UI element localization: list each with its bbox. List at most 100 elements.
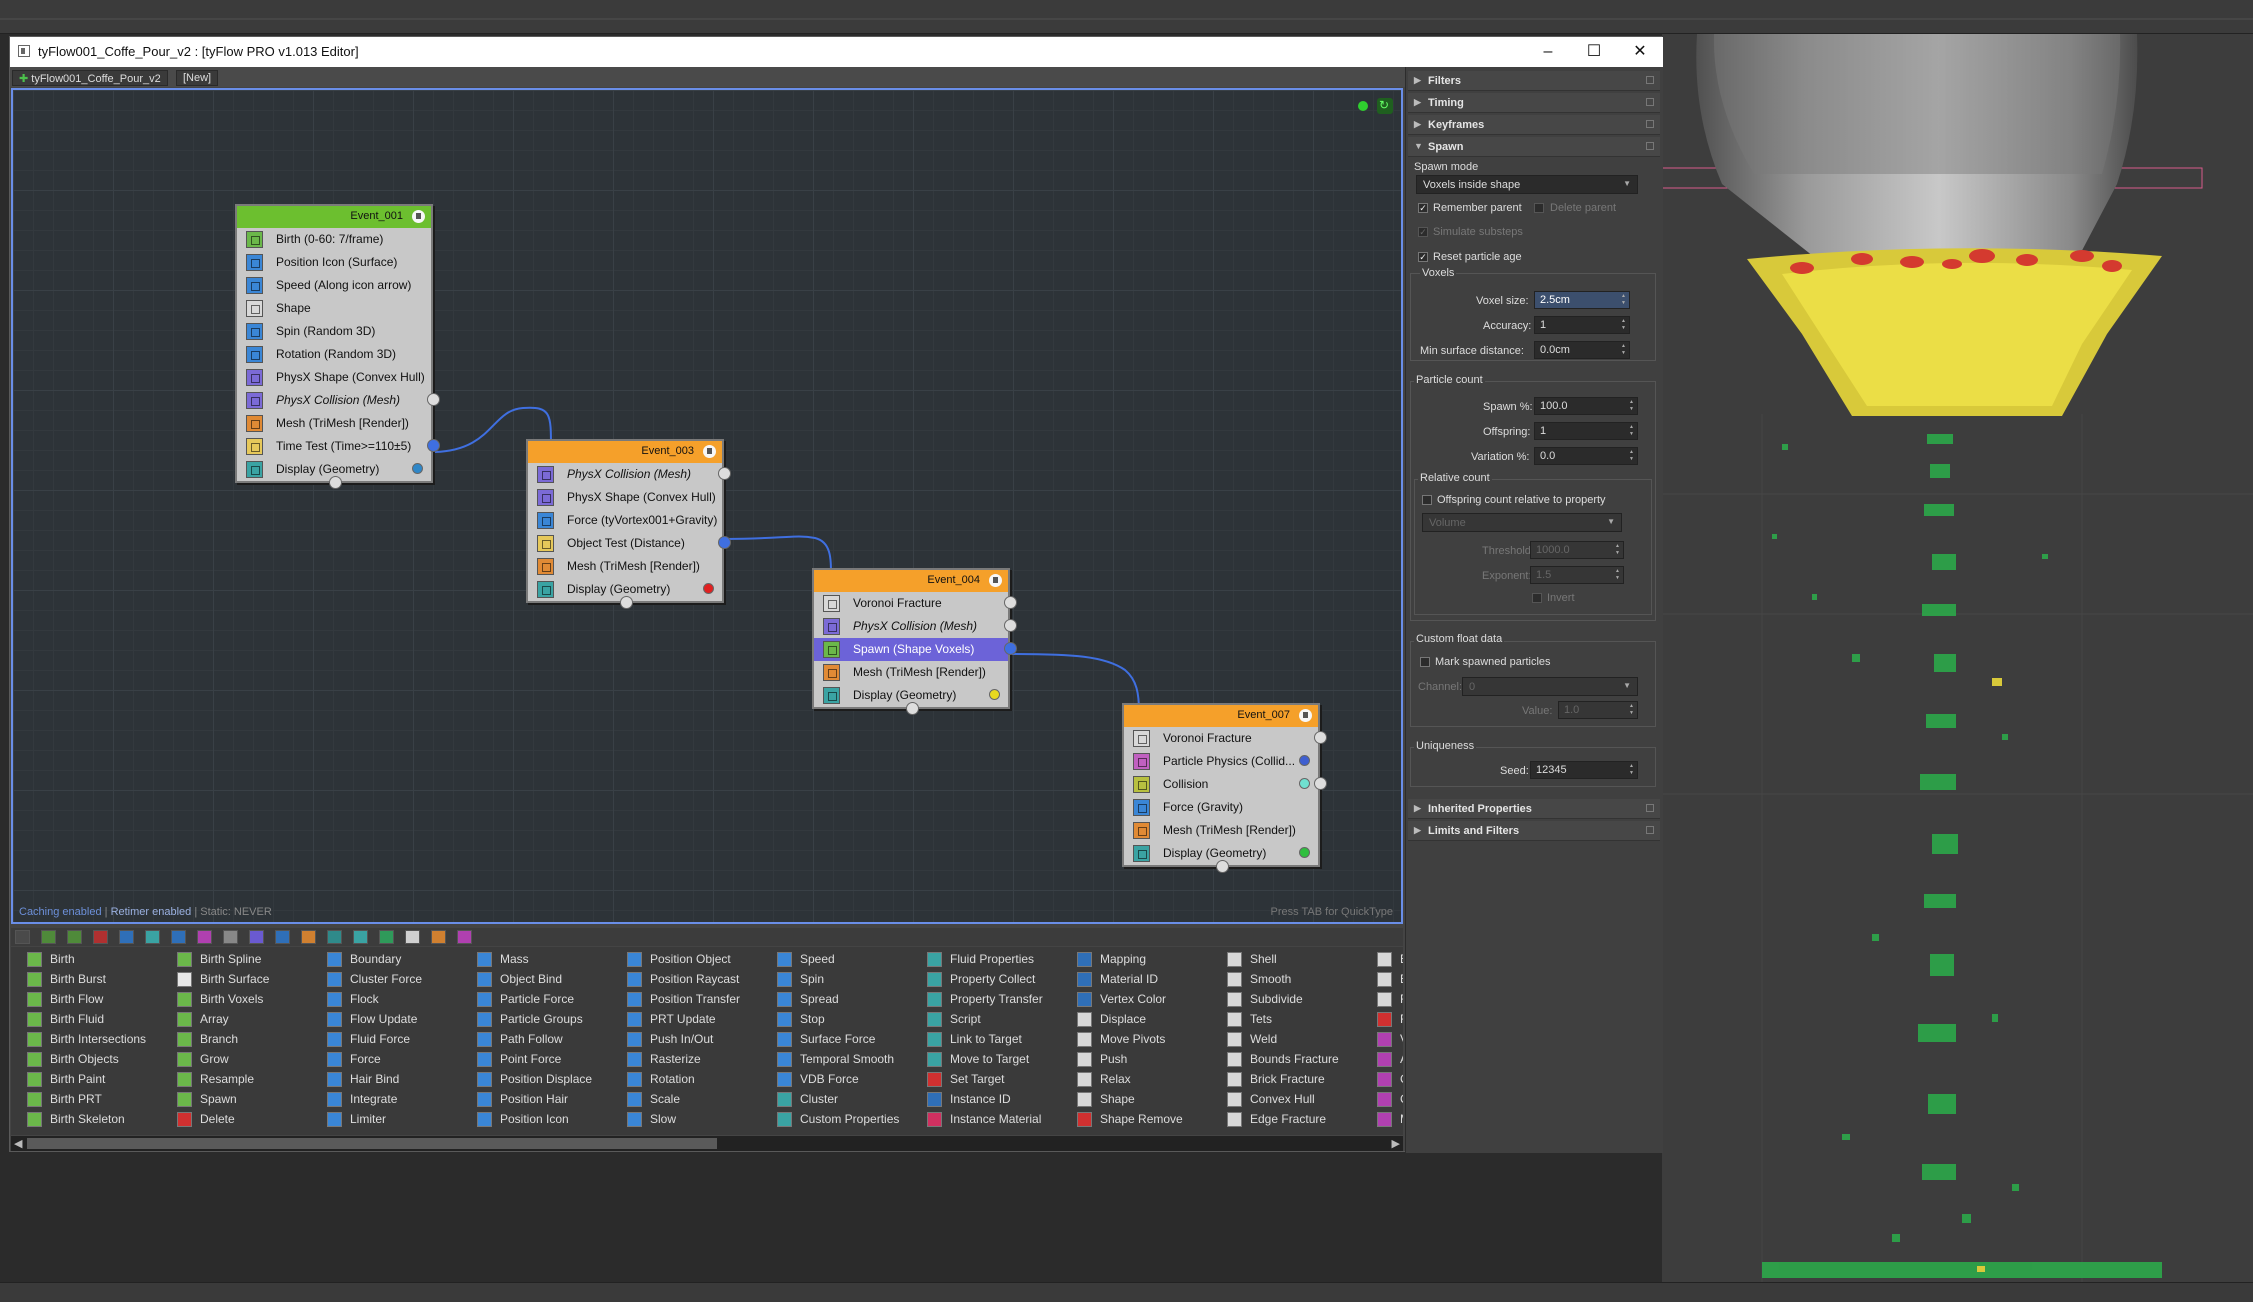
filter-speed-icon[interactable]	[171, 930, 186, 944]
output-port[interactable]	[427, 439, 440, 452]
event-node-003[interactable]: Event_003 PhysX Collision (Mesh) PhysX S…	[526, 439, 731, 609]
operator-row[interactable]: PhysX Shape (Convex Hull)	[528, 486, 722, 509]
operator-row[interactable]: PhysX Collision (Mesh)	[528, 463, 731, 486]
operator-row[interactable]: Collision	[1124, 773, 1327, 796]
output-port[interactable]	[1004, 642, 1017, 655]
operator-row[interactable]: Voronoi Fracture	[1124, 727, 1327, 750]
operator-row[interactable]: Rotation (Random 3D)	[237, 343, 431, 366]
filter-all-icon[interactable]	[15, 930, 30, 944]
output-port[interactable]	[1004, 619, 1017, 632]
operator-row[interactable]: Force (tyVortex001+Gravity)	[528, 509, 722, 532]
filter-birth2-icon[interactable]	[67, 930, 82, 944]
channel-dropdown[interactable]: 0 ▼	[1462, 677, 1638, 696]
invert-checkbox[interactable]	[1532, 593, 1542, 603]
accuracy-spinner[interactable]: 1	[1534, 316, 1630, 334]
input-port[interactable]	[1216, 860, 1229, 873]
event-header[interactable]: Event_007	[1124, 705, 1318, 727]
filter-birth-icon[interactable]	[41, 930, 56, 944]
delete-parent-checkbox[interactable]	[1534, 203, 1544, 213]
output-port[interactable]	[718, 467, 731, 480]
operator-row[interactable]: Shape	[237, 297, 431, 320]
viewport[interactable]	[1662, 34, 2253, 1282]
operator-row[interactable]: Object Test (Distance)	[528, 532, 731, 555]
operator-row[interactable]: Force (Gravity)	[1124, 796, 1318, 819]
input-port[interactable]	[329, 476, 342, 489]
filter-mesh-icon[interactable]	[301, 930, 316, 944]
filter-display-icon[interactable]	[145, 930, 160, 944]
filter-physics-icon[interactable]	[197, 930, 212, 944]
output-port[interactable]	[1314, 777, 1327, 790]
rollout-dock-icon[interactable]	[1646, 826, 1654, 834]
output-port[interactable]	[1314, 731, 1327, 744]
spawn-percent-spinner[interactable]: 100.0	[1534, 397, 1638, 415]
filter-misc-icon[interactable]	[457, 930, 472, 944]
rollout-limits-filters[interactable]: ▶ Limits and Filters	[1408, 821, 1660, 841]
refresh-icon[interactable]: ↻	[1377, 98, 1393, 114]
threshold-spinner[interactable]: 1000.0	[1530, 541, 1624, 559]
tab-new[interactable]: [New]	[176, 70, 219, 86]
value-spinner[interactable]: 1.0	[1558, 701, 1638, 719]
filter-cluster-icon[interactable]	[379, 930, 394, 944]
output-port[interactable]	[1004, 596, 1017, 609]
scroll-right-arrow-icon[interactable]: ▶	[1392, 1137, 1400, 1150]
min-surface-distance-spinner[interactable]: 0.0cm	[1534, 341, 1630, 359]
operator-row[interactable]: Mesh (TriMesh [Render])	[237, 412, 431, 435]
flow-graph-canvas[interactable]: ↻ Event_001 Birth (0-60: 7/frame) Positi…	[11, 88, 1403, 924]
exponent-spinner[interactable]: 1.5	[1530, 566, 1624, 584]
rollout-dock-icon[interactable]	[1646, 98, 1654, 106]
title-bar[interactable]: tyFlow001_Coffe_Pour_v2 : [tyFlow PRO v1…	[10, 37, 1663, 67]
filter-position-icon[interactable]	[275, 930, 290, 944]
event-header[interactable]: Event_003	[528, 441, 722, 463]
output-port[interactable]	[718, 536, 731, 549]
caching-status[interactable]: Caching enabled	[19, 906, 102, 918]
rollout-keyframes[interactable]: ▶ Keyframes	[1408, 115, 1660, 135]
simulate-substeps-checkbox[interactable]: ✓	[1418, 227, 1428, 237]
spawn-mode-dropdown[interactable]: Voxels inside shape ▼	[1416, 175, 1638, 194]
retimer-status[interactable]: Retimer enabled	[111, 906, 192, 918]
rollout-spawn[interactable]: ▼ Spawn	[1408, 137, 1660, 157]
seed-spinner[interactable]: 12345	[1530, 761, 1638, 779]
lock-icon[interactable]	[1299, 709, 1312, 722]
lock-icon[interactable]	[412, 210, 425, 223]
event-header[interactable]: Event_001	[237, 206, 431, 228]
filter-render-icon[interactable]	[431, 930, 446, 944]
operator-row[interactable]: Mesh (TriMesh [Render])	[1124, 819, 1318, 842]
rollout-filters[interactable]: ▶ Filters	[1408, 71, 1660, 91]
operator-row[interactable]: Time Test (Time>=110±5)	[237, 435, 440, 458]
operator-row[interactable]: Mesh (TriMesh [Render])	[814, 661, 1008, 684]
lock-icon[interactable]	[703, 445, 716, 458]
operator-row[interactable]: PhysX Collision (Mesh)	[237, 389, 440, 412]
filter-grid-icon[interactable]	[353, 930, 368, 944]
rollout-dock-icon[interactable]	[1646, 804, 1654, 812]
operator-row[interactable]: PhysX Collision (Mesh)	[814, 615, 1017, 638]
operator-row[interactable]: Voronoi Fracture	[814, 592, 1017, 615]
rollout-timing[interactable]: ▶ Timing	[1408, 93, 1660, 113]
rollout-dock-icon[interactable]	[1646, 120, 1654, 128]
scrollbar-thumb[interactable]	[27, 1138, 717, 1149]
filter-shape-icon[interactable]	[223, 930, 238, 944]
event-node-004[interactable]: Event_004 Voronoi Fracture PhysX Collisi…	[812, 568, 1017, 715]
operator-row[interactable]: Position Icon (Surface)	[237, 251, 431, 274]
rollout-dock-icon[interactable]	[1646, 142, 1654, 150]
filter-delete-icon[interactable]	[93, 930, 108, 944]
operator-row[interactable]: Birth (0-60: 7/frame)	[237, 228, 431, 251]
operator-row-selected[interactable]: Spawn (Shape Voxels)	[814, 638, 1017, 661]
filter-force-icon[interactable]	[119, 930, 134, 944]
filter-physx-icon[interactable]	[249, 930, 264, 944]
offspring-spinner[interactable]: 1	[1534, 422, 1638, 440]
mark-spawned-checkbox[interactable]	[1420, 657, 1430, 667]
minimize-button[interactable]: –	[1525, 37, 1571, 67]
reset-age-checkbox[interactable]: ✓	[1418, 252, 1428, 262]
operator-row[interactable]: Speed (Along icon arrow)	[237, 274, 431, 297]
event-node-007[interactable]: Event_007 Voronoi Fracture Particle Phys…	[1122, 703, 1327, 873]
event-header[interactable]: Event_004	[814, 570, 1008, 592]
operator-row[interactable]: Spin (Random 3D)	[237, 320, 431, 343]
rollout-dock-icon[interactable]	[1646, 76, 1654, 84]
scroll-left-arrow-icon[interactable]: ◀	[14, 1137, 22, 1150]
status-green-icon[interactable]	[1355, 98, 1371, 114]
operator-row[interactable]: Particle Physics (Collid...	[1124, 750, 1318, 773]
event-node-001[interactable]: Event_001 Birth (0-60: 7/frame) Position…	[235, 204, 440, 489]
filter-mapping-icon[interactable]	[327, 930, 342, 944]
remember-parent-checkbox[interactable]: ✓	[1418, 203, 1428, 213]
voxel-size-spinner[interactable]: 2.5cm	[1534, 291, 1630, 309]
